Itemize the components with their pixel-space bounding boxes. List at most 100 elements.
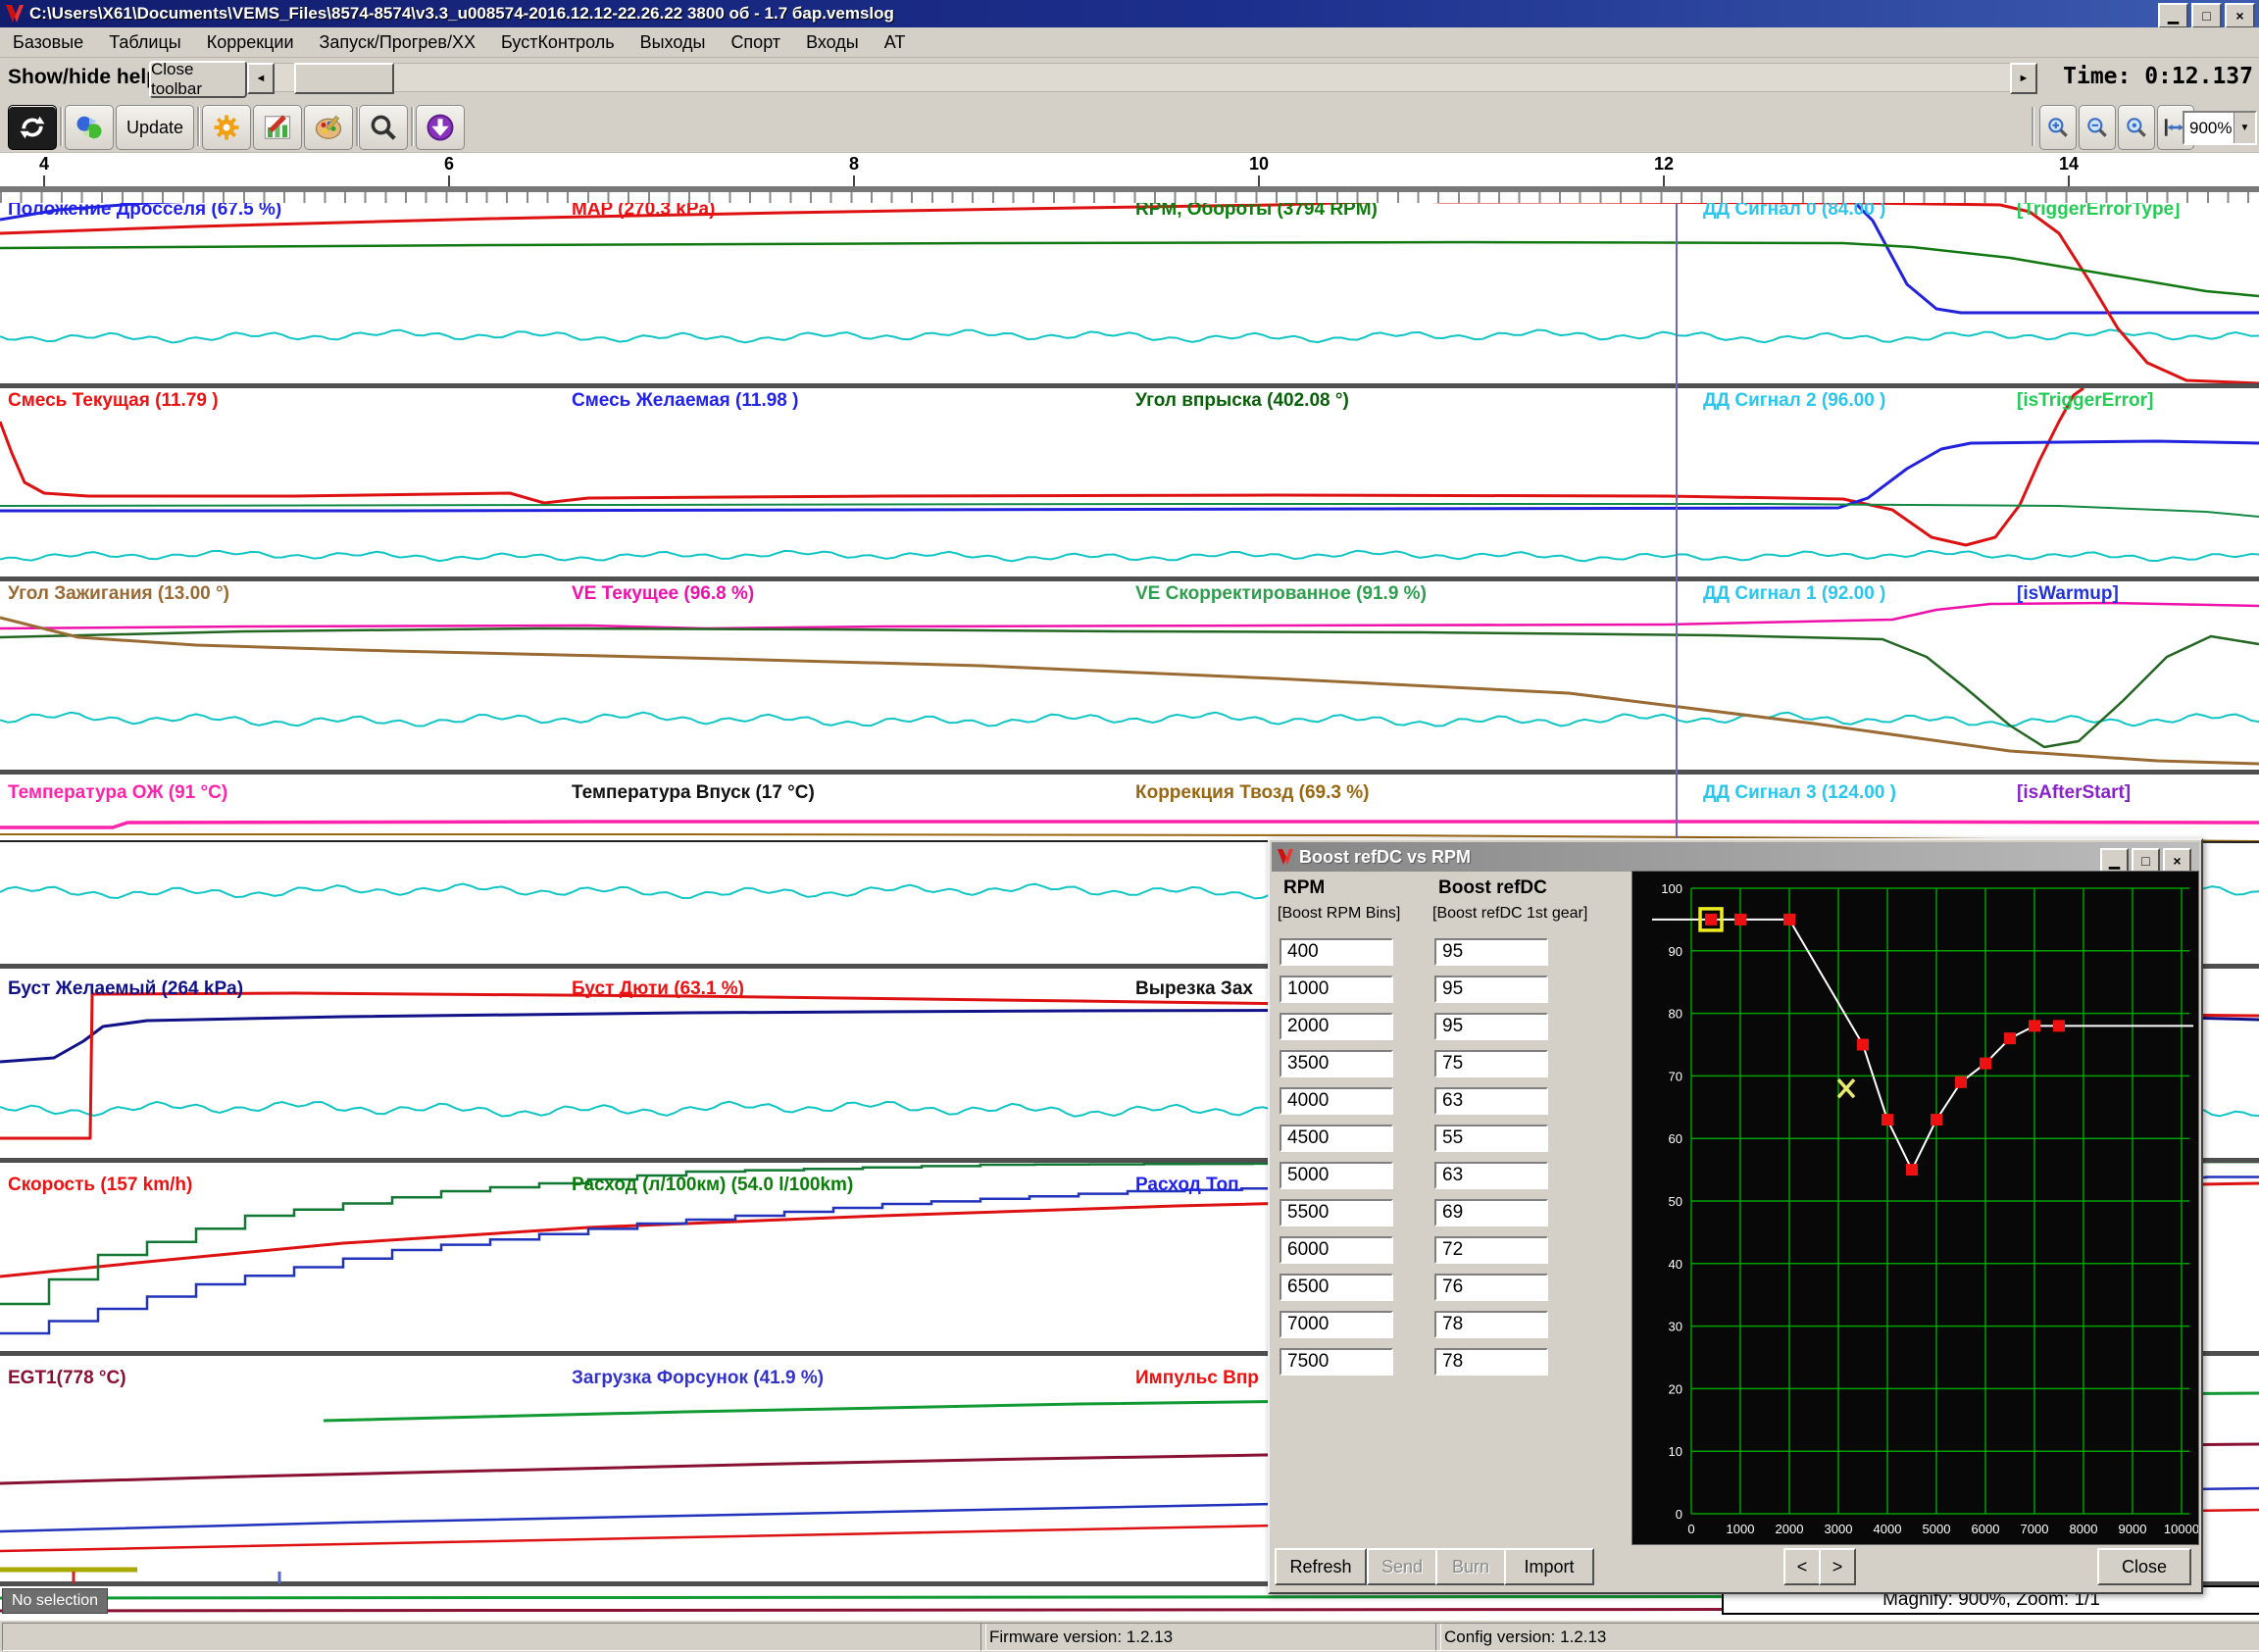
time-ruler[interactable]: 468101214	[0, 152, 2259, 203]
boost-refdc-input-10[interactable]	[1434, 1311, 1548, 1338]
curve-point[interactable]	[1705, 914, 1717, 926]
ruler-number: 12	[1654, 154, 1674, 175]
dialog-close-action-button[interactable]: Close	[2097, 1548, 2191, 1585]
search-button[interactable]	[359, 105, 408, 150]
zoom-out-button[interactable]	[2079, 105, 2116, 150]
chart-edit-button[interactable]	[253, 105, 302, 150]
band-divider	[0, 576, 2259, 581]
menu-item-2[interactable]: Коррекции	[194, 29, 307, 56]
log-trace	[0, 822, 2259, 827]
next-gear-button[interactable]: >	[1819, 1548, 1856, 1585]
chevron-down-icon[interactable]: ▼	[2234, 113, 2255, 143]
dialog-restore-button[interactable]: □	[2132, 848, 2160, 873]
help-row: Show/hide help: F2 Close toolbar ◄ ► Tim…	[0, 58, 2259, 101]
log-scrollbar-track[interactable]	[247, 63, 2035, 92]
curve-point[interactable]	[1857, 1039, 1869, 1051]
palette-button[interactable]	[304, 105, 353, 150]
curve-point[interactable]	[1931, 1114, 1942, 1126]
boost-refdc-input-8[interactable]	[1434, 1236, 1548, 1264]
rpm-bin-input-8[interactable]	[1280, 1236, 1393, 1264]
curve-point[interactable]	[2004, 1032, 2016, 1044]
curve-point[interactable]	[1955, 1076, 1967, 1088]
rpm-bin-input-4[interactable]	[1280, 1087, 1393, 1115]
menu-item-5[interactable]: Выходы	[628, 29, 719, 56]
settings-button[interactable]	[202, 105, 251, 150]
menu-item-8[interactable]: АТ	[872, 29, 919, 56]
boost-refdc-input-11[interactable]	[1434, 1348, 1548, 1376]
rpm-bin-input-5[interactable]	[1280, 1125, 1393, 1152]
rpm-bin-input-9[interactable]	[1280, 1274, 1393, 1301]
curve-point[interactable]	[2053, 1020, 2065, 1031]
rpm-bin-input-11[interactable]	[1280, 1348, 1393, 1376]
dialog-minimize-button[interactable]: ▁	[2100, 848, 2129, 873]
selection-status-badge: No selection	[2, 1588, 108, 1614]
boost-refdc-input-7[interactable]	[1434, 1199, 1548, 1226]
burn-button[interactable]: Burn	[1435, 1548, 1506, 1585]
magnify-select[interactable]: 900% ▼	[2183, 111, 2257, 145]
connect-button[interactable]	[65, 105, 114, 150]
log-trace	[0, 192, 2259, 313]
curve-point[interactable]	[1783, 914, 1795, 926]
band-divider	[0, 383, 2259, 388]
rpm-bin-input-6[interactable]	[1280, 1162, 1393, 1189]
noise-trace	[0, 329, 2259, 342]
send-button[interactable]: Send	[1367, 1548, 1437, 1585]
rpm-bin-input-7[interactable]	[1280, 1199, 1393, 1226]
menu-item-0[interactable]: Базовые	[0, 29, 96, 56]
menu-bar: БазовыеТаблицыКоррекцииЗапуск/Прогрев/ХХ…	[0, 27, 2259, 58]
log-trace	[0, 628, 2259, 747]
ruler-major-tick	[1258, 175, 1260, 186]
restore-button[interactable]: □	[2191, 3, 2222, 28]
minimize-button[interactable]: ▁	[2158, 3, 2188, 28]
boost-refdc-input-0[interactable]	[1434, 938, 1548, 966]
dialog-title-bar[interactable]: Boost refDC vs RPM ▁ □ ×	[1272, 842, 2199, 872]
zoom-in-button[interactable]	[2039, 105, 2077, 150]
rpm-bin-input-1[interactable]	[1280, 976, 1393, 1003]
boost-refdc-input-2[interactable]	[1434, 1013, 1548, 1040]
log-scrollbar-thumb[interactable]	[294, 63, 394, 94]
boost-refdc-input-4[interactable]	[1434, 1087, 1548, 1115]
rpm-bin-input-3[interactable]	[1280, 1050, 1393, 1077]
curve-point[interactable]	[1906, 1164, 1918, 1176]
boost-refdc-input-3[interactable]	[1434, 1050, 1548, 1077]
boost-curve-chart[interactable]: 0100020003000400050006000700080009000100…	[1632, 871, 2199, 1545]
menu-item-7[interactable]: Входы	[793, 29, 872, 56]
dialog-title: Boost refDC vs RPM	[1299, 847, 1471, 868]
scroll-right-arrow[interactable]: ►	[2010, 63, 2037, 94]
ruler-major-tick	[2068, 175, 2070, 186]
ruler-number: 6	[444, 154, 454, 175]
zoom-reset-button[interactable]	[2118, 105, 2155, 150]
curve-point[interactable]	[2029, 1020, 2040, 1031]
refresh-button[interactable]: Refresh	[1275, 1548, 1367, 1585]
curve-point[interactable]	[1980, 1058, 1991, 1070]
download-button[interactable]	[416, 105, 465, 150]
prev-gear-button[interactable]: <	[1783, 1548, 1821, 1585]
boost-refdc-input-6[interactable]	[1434, 1162, 1548, 1189]
curve-point[interactable]	[1882, 1114, 1893, 1126]
palette-icon	[314, 113, 343, 142]
menu-item-4[interactable]: БустКонтроль	[488, 29, 628, 56]
scroll-left-arrow[interactable]: ◄	[247, 63, 275, 94]
ruler-number: 4	[39, 154, 49, 175]
rpm-bin-input-10[interactable]	[1280, 1311, 1393, 1338]
rpm-bin-input-0[interactable]	[1280, 938, 1393, 966]
dialog-close-button[interactable]: ×	[2163, 848, 2191, 873]
boost-refdc-input-5[interactable]	[1434, 1125, 1548, 1152]
menu-item-3[interactable]: Запуск/Прогрев/ХХ	[307, 29, 488, 56]
curve-point[interactable]	[1734, 914, 1746, 926]
boost-refdc-input-1[interactable]	[1434, 976, 1548, 1003]
rpm-bin-input-2[interactable]	[1280, 1013, 1393, 1040]
import-button[interactable]: Import	[1504, 1548, 1594, 1585]
vems-logo-icon	[4, 3, 25, 25]
boost-refdc-input-9[interactable]	[1434, 1274, 1548, 1301]
close-button[interactable]: ×	[2225, 3, 2255, 28]
status-panel-empty	[2, 1623, 986, 1651]
log-trace	[0, 618, 2259, 764]
noise-trace	[0, 551, 2259, 562]
update-button[interactable]: Update	[116, 105, 194, 150]
sync-button[interactable]	[8, 105, 57, 150]
menu-item-1[interactable]: Таблицы	[96, 29, 194, 56]
menu-item-6[interactable]: Спорт	[718, 29, 793, 56]
close-toolbar-button[interactable]: Close toolbar	[149, 61, 247, 98]
y-tick-label: 90	[1669, 944, 1682, 959]
